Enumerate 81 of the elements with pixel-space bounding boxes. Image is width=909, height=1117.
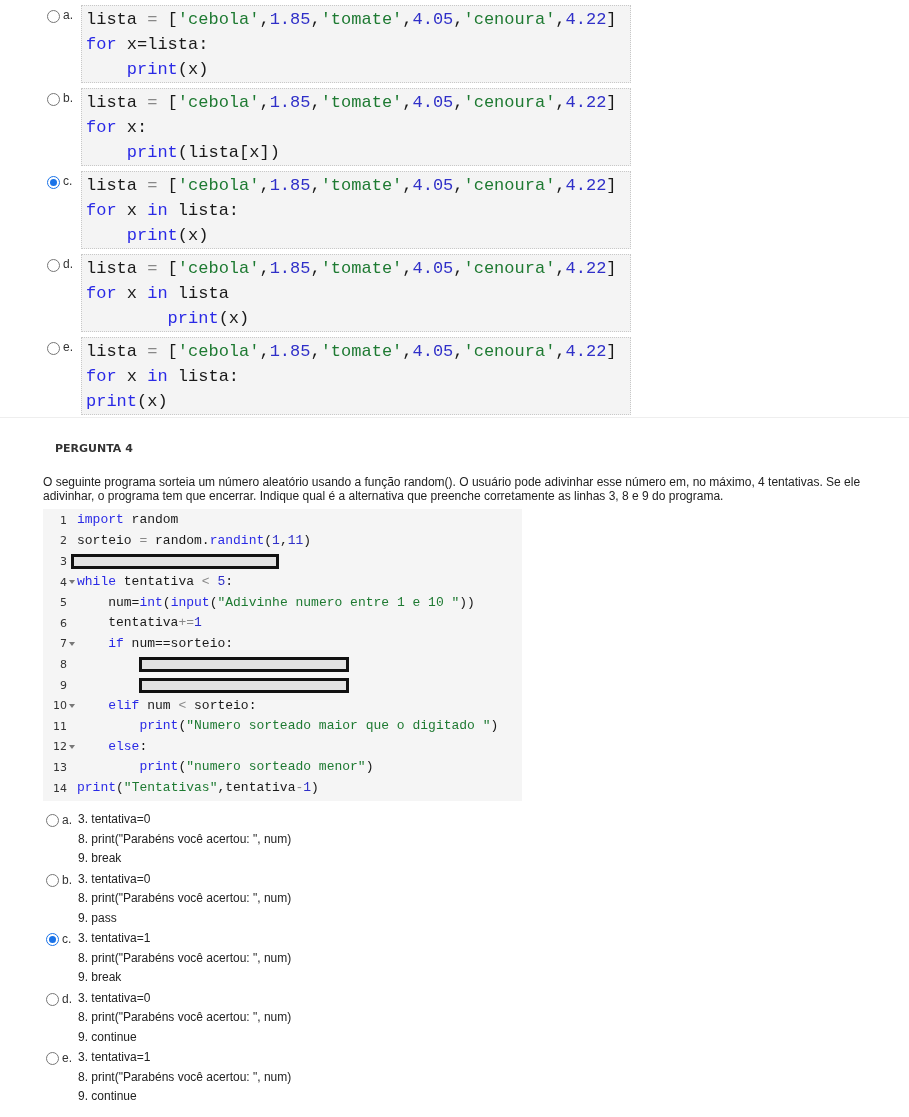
line-number: 14: [53, 781, 67, 795]
line-number: 10: [53, 699, 67, 713]
line-number: 1: [60, 513, 67, 527]
radio-button[interactable]: [46, 992, 59, 1006]
option-letter: e.: [63, 340, 74, 354]
code-line: print(x): [125, 225, 210, 247]
option-text: 8. print("Parabéns você acertou: ", num): [78, 1009, 292, 1027]
code-line: else:: [107, 737, 148, 756]
code-line: sorteio = random.randint(1,11): [77, 531, 312, 550]
radio-button[interactable]: [46, 1052, 59, 1066]
code-line: for x:: [86, 117, 149, 139]
fold-arrow-icon[interactable]: [69, 703, 75, 708]
option-text: 8. print("Parabéns você acertou: ", num): [78, 949, 292, 967]
line-number: 5: [60, 596, 67, 610]
option-text: 8. print("Parabéns você acertou: ", num): [78, 830, 292, 848]
line-number: 12: [53, 740, 67, 754]
radio-button[interactable]: [46, 814, 59, 828]
fold-arrow-icon[interactable]: [69, 641, 75, 646]
code-line: print("Numero sorteado maior que o digitado "): [138, 717, 499, 736]
line-number: 2: [60, 534, 67, 548]
option-letter: c.: [62, 932, 73, 947]
radio-button[interactable]: [47, 259, 60, 272]
code-line: lista = ['cebola',1.85,'tomate',4.05,'cenoura',4.22]: [86, 9, 618, 31]
option-text: 9. break: [78, 969, 123, 987]
code-line: print(x): [125, 59, 210, 81]
line-number: 7: [60, 637, 67, 651]
line-number: 13: [53, 760, 67, 774]
line-number: 6: [60, 616, 67, 630]
radio-button[interactable]: [47, 342, 60, 355]
option-text: 3. tentativa=1: [78, 930, 152, 948]
code-line: lista = ['cebola',1.85,'tomate',4.05,'cenoura',4.22]: [86, 258, 618, 280]
option-text: 8. print("Parabéns você acertou: ", num): [78, 1068, 292, 1086]
option-letter: b.: [62, 872, 73, 887]
radio-button[interactable]: [47, 93, 60, 106]
code-line: print(x): [86, 391, 169, 413]
code-line: print("numero sorteado menor"): [138, 758, 374, 777]
option-text: 9. continue: [78, 1028, 138, 1046]
option-text: 3. tentativa=0: [78, 989, 152, 1007]
option-letter: d.: [63, 257, 74, 271]
line-number: 9: [60, 678, 67, 692]
line-number: 11: [53, 719, 67, 733]
code-line: for x in lista: [86, 283, 230, 305]
code-line: lista = ['cebola',1.85,'tomate',4.05,'cenoura',4.22]: [86, 175, 618, 197]
option-letter: a.: [63, 8, 74, 22]
radio-button[interactable]: [46, 873, 59, 887]
radio-button[interactable]: [47, 10, 60, 23]
option-text: 9. pass: [78, 909, 118, 927]
code-line: lista = ['cebola',1.85,'tomate',4.05,'cenoura',4.22]: [86, 92, 618, 114]
option-text: 3. tentativa=1: [78, 1049, 152, 1067]
code-line: if num==sorteio:: [107, 634, 234, 653]
question-title: PERGUNTA 4: [54, 442, 134, 455]
option-letter: d.: [62, 991, 73, 1006]
fold-arrow-icon[interactable]: [69, 744, 75, 749]
option-text: 8. print("Parabéns você acertou: ", num): [78, 890, 292, 908]
option-letter: b.: [63, 91, 74, 105]
line-number: 8: [60, 657, 67, 671]
code-line: elif num < sorteio:: [107, 696, 257, 715]
option-text: 3. tentativa=0: [78, 870, 152, 888]
option-letter: a.: [62, 813, 73, 828]
code-line: while tentativa < 5:: [77, 573, 234, 592]
code-line: print("Tentativas",tentativa-1): [77, 779, 319, 797]
option-text: 9. continue: [78, 1088, 138, 1106]
question-text: O seguinte programa sorteia um número aleatório usando a função random(). O usuário pode adivinhar esse número em, no máximo, 4 tentativas. Se ele adivinhar, o programa tem que encerrar. Indique qual é a alternativa que preenche corretamente as linhas 3, 8 e 9 do programa.: [43, 475, 862, 503]
code-line: print(x): [166, 308, 251, 330]
line-number: 3: [60, 555, 67, 568]
option-text: 3. tentativa=0: [78, 811, 152, 829]
code-line: num=int(input("Adivinhe numero entre 1 e 10 ")): [107, 593, 475, 612]
code-line: for x=lista:: [86, 34, 210, 56]
option-letter: c.: [63, 174, 74, 188]
code-line: for x in lista:: [86, 200, 241, 222]
line-number: 4: [60, 575, 67, 589]
fold-arrow-icon[interactable]: [69, 580, 75, 585]
code-line: tentativa+=1: [107, 614, 202, 633]
option-letter: e.: [62, 1051, 73, 1066]
code-line: print(lista[x]): [125, 142, 281, 164]
code-line: import random: [77, 511, 179, 530]
radio-button[interactable]: [46, 933, 59, 947]
option-text: 9. break: [78, 850, 123, 868]
radio-button[interactable]: [47, 176, 60, 189]
code-line: lista = ['cebola',1.85,'tomate',4.05,'cenoura',4.22]: [86, 341, 618, 363]
code-line: for x in lista:: [86, 366, 241, 388]
